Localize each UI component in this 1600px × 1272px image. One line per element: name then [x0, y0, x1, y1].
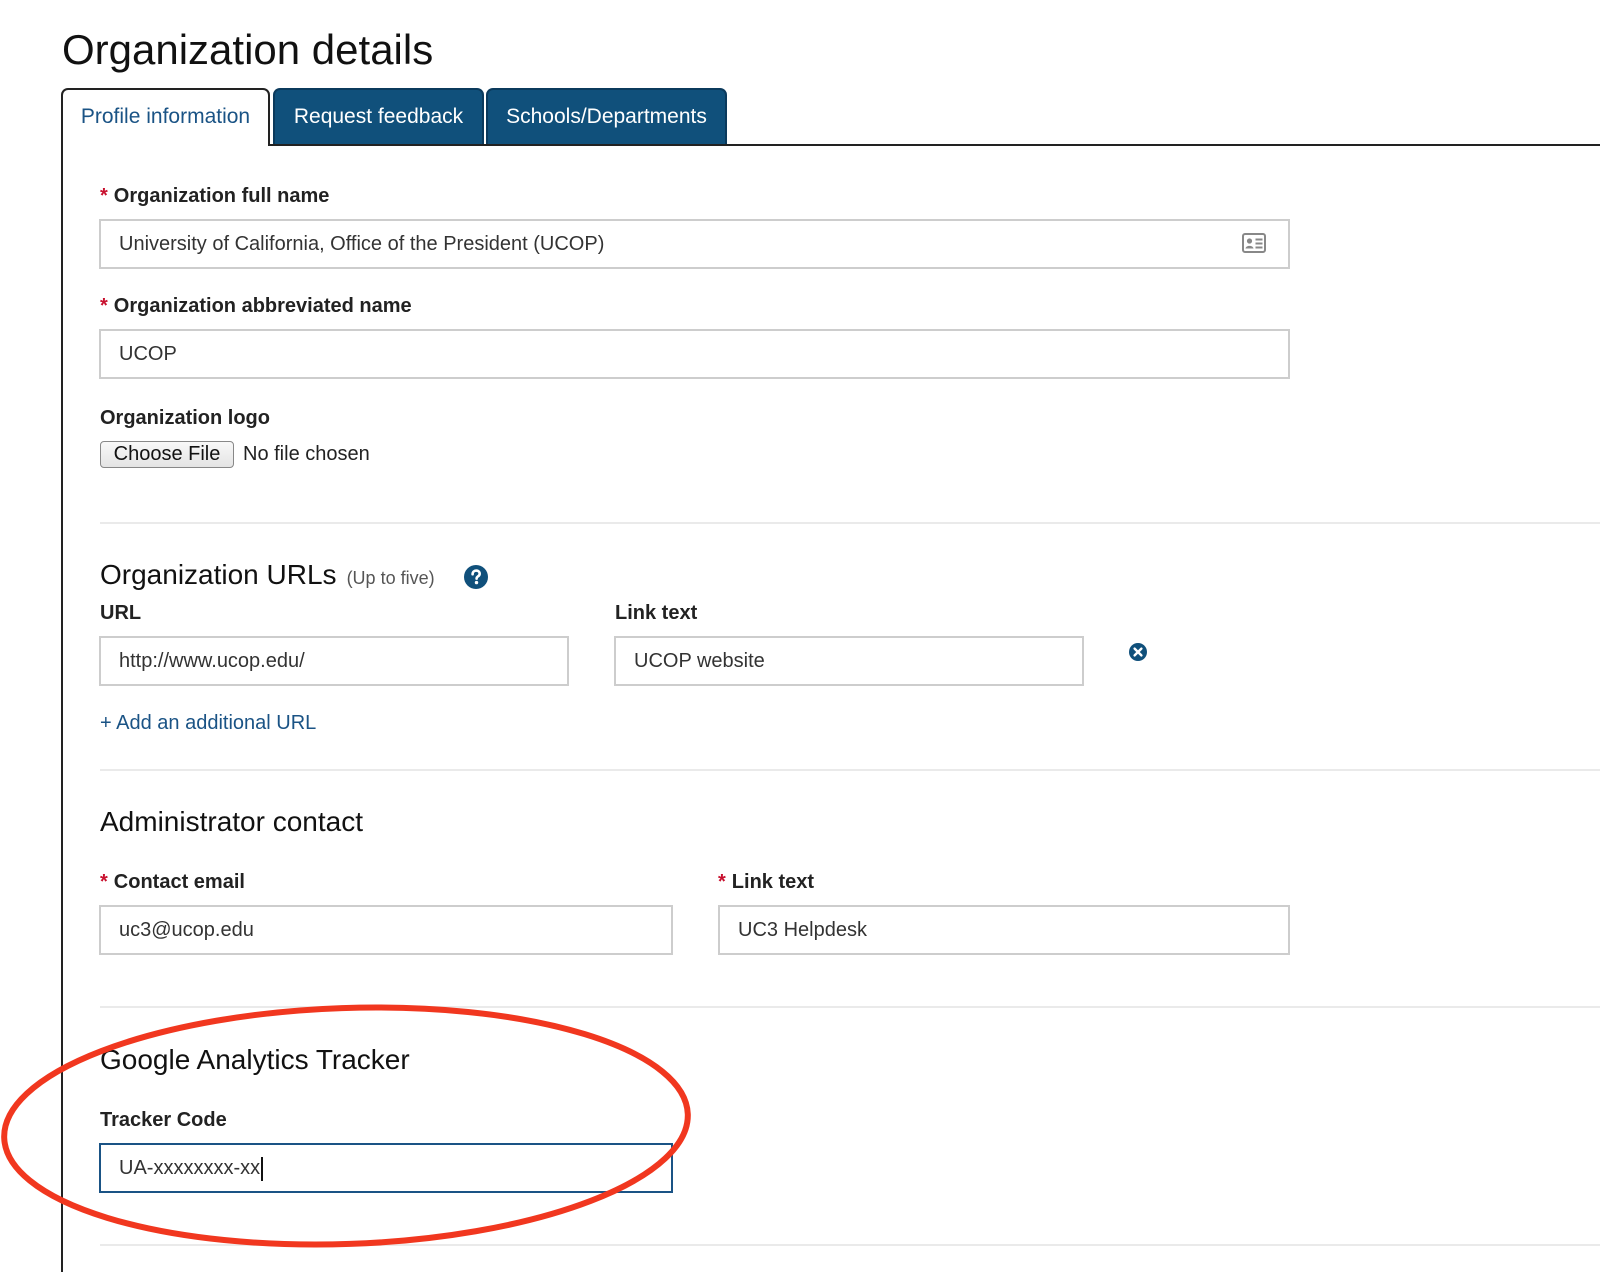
required-marker: *	[718, 871, 726, 893]
section-divider	[100, 522, 1600, 524]
contact-card-icon[interactable]	[1242, 233, 1266, 253]
contact-email-value: uc3@ucop.edu	[119, 919, 254, 941]
full-name-label: * Organization full name	[100, 185, 330, 207]
url-link-text-label: Link text	[615, 602, 698, 624]
abbreviated-name-label: * Organization abbreviated name	[100, 295, 412, 317]
tab-panel-border	[61, 144, 63, 1272]
tracker-code-value: UA-xxxxxxxx-xx	[119, 1157, 261, 1179]
urls-section-subtitle: (Up to five)	[346, 568, 435, 588]
add-url-link[interactable]: + Add an additional URL	[100, 712, 316, 735]
contact-email-label: * Contact email	[100, 871, 245, 893]
url-label: URL	[100, 602, 142, 624]
admin-contact-title: Administrator contact	[100, 806, 363, 837]
url-input[interactable]: http://www.ucop.edu/	[99, 636, 569, 686]
contact-link-text-value: UC3 Helpdesk	[738, 919, 867, 941]
section-divider	[100, 1244, 1600, 1246]
full-name-value: University of California, Office of the …	[119, 233, 605, 255]
remove-circle-icon[interactable]	[1129, 643, 1147, 661]
logo-label: Organization logo	[100, 407, 270, 429]
tracker-code-label: Tracker Code	[100, 1109, 227, 1131]
url-link-text-input[interactable]: UCOP website	[614, 636, 1084, 686]
url-link-text-value: UCOP website	[634, 650, 765, 672]
abbreviated-name-value: UCOP	[119, 343, 177, 365]
tab-request-feedback[interactable]: Request feedback	[273, 88, 484, 144]
section-divider	[100, 769, 1600, 771]
choose-file-button[interactable]: Choose File	[100, 441, 234, 468]
tab-profile-information[interactable]: Profile information	[61, 88, 270, 146]
required-marker: *	[100, 871, 108, 893]
page-title: Organization details	[62, 26, 434, 73]
url-value: http://www.ucop.edu/	[119, 650, 305, 672]
tracker-code-input[interactable]: UA-xxxxxxxx-xx	[99, 1143, 673, 1193]
text-cursor	[261, 1156, 264, 1181]
required-marker: *	[100, 295, 108, 317]
question-circle-icon[interactable]	[464, 565, 488, 589]
urls-section-title: Organization URLs (Up to five)	[100, 559, 435, 590]
contact-email-input[interactable]: uc3@ucop.edu	[99, 905, 673, 955]
full-name-input[interactable]: University of California, Office of the …	[99, 219, 1290, 269]
contact-link-text-input[interactable]: UC3 Helpdesk	[718, 905, 1290, 955]
contact-link-text-label: * Link text	[718, 871, 815, 893]
file-status: No file chosen	[243, 443, 370, 465]
section-divider	[100, 1006, 1600, 1008]
tab-schools-departments[interactable]: Schools/Departments	[486, 88, 727, 144]
analytics-title: Google Analytics Tracker	[100, 1044, 410, 1075]
abbreviated-name-input[interactable]: UCOP	[99, 329, 1290, 379]
required-marker: *	[100, 185, 108, 207]
tab-bar-underline	[270, 144, 1600, 146]
